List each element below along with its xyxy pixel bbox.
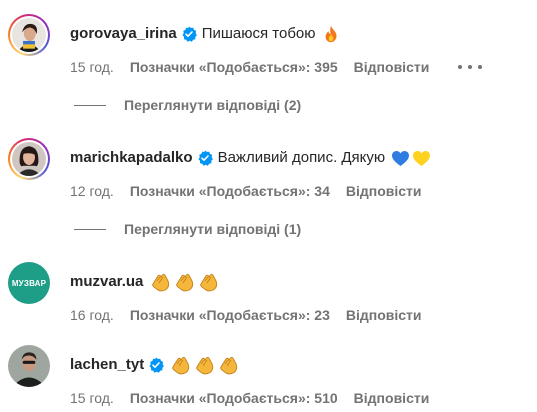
comment-meta: 15 год. Позначки «Подобається»: 510 Відп… [70,389,429,407]
clapping-hands-emoji [169,355,191,375]
comment-text-line: marichkapadalko Важливий допис. Дякую [70,148,431,168]
divider [74,104,106,106]
comment-text: Важливий допис. Дякую [217,149,386,166]
reply-button[interactable]: Відповісти [346,182,422,200]
clapping-hands-emoji [173,272,195,292]
avatar-photo [12,142,46,176]
avatar[interactable] [8,345,50,387]
comment-text: Пишаюся тобою [201,25,316,42]
comment: lachen_tyt 15 год. Позначки «Подобається… [0,345,537,407]
fire-emoji [322,25,340,43]
comment-meta: 12 год. Позначки «Подобається»: 34 Відпо… [70,182,422,200]
avatar-photo [12,18,46,52]
avatar[interactable] [8,138,50,180]
username[interactable]: gorovaya_irina [70,24,177,44]
avatar[interactable] [8,14,50,56]
comment-text-line: muzvar.ua [70,272,219,292]
username[interactable]: lachen_tyt [70,355,144,375]
yellow-heart-emoji [412,150,431,167]
username[interactable]: marichkapadalko [70,148,193,168]
clapping-hands-emoji [217,355,239,375]
timestamp[interactable]: 15 год. [70,58,114,76]
comment-meta: 16 год. Позначки «Подобається»: 23 Відпо… [70,306,422,324]
comment: МУЗВАР muzvar.ua 16 год. Позначки «Подоб… [0,262,537,324]
timestamp[interactable]: 15 год. [70,389,114,407]
comment-text-line: gorovaya_irina Пишаюся тобою [70,24,340,44]
likes-count[interactable]: Позначки «Подобається»: 395 [130,58,338,76]
username[interactable]: muzvar.ua [70,272,143,292]
likes-count[interactable]: Позначки «Подобається»: 510 [130,389,338,407]
verified-badge-icon [181,26,197,42]
view-replies-label: Переглянути відповіді (2) [124,97,302,113]
timestamp[interactable]: 12 год. [70,182,114,200]
view-replies-label: Переглянути відповіді (1) [124,221,302,237]
avatar-logo-text: МУЗВАР [11,278,47,288]
reply-button[interactable]: Відповісти [354,389,430,407]
divider [74,228,106,230]
avatar-photo [8,345,50,387]
comment: marichkapadalko Важливий допис. Дякую 12… [0,138,537,200]
reply-button[interactable]: Відповісти [354,58,430,76]
clapping-hands-emoji [193,355,215,375]
avatar[interactable]: МУЗВАР [8,262,50,304]
blue-heart-emoji [391,150,410,167]
reply-button[interactable]: Відповісти [346,306,422,324]
comment-text-line: lachen_tyt [70,355,239,375]
comment-meta: 15 год. Позначки «Подобається»: 395 Відп… [70,58,429,76]
clapping-hands-emoji [149,272,171,292]
timestamp[interactable]: 16 год. [70,306,114,324]
view-replies-button[interactable]: Переглянути відповіді (1) [74,221,301,237]
view-replies-button[interactable]: Переглянути відповіді (2) [74,97,301,113]
verified-badge-icon [148,357,165,373]
likes-count[interactable]: Позначки «Подобається»: 23 [130,306,330,324]
clapping-hands-emoji [197,272,219,292]
more-options-icon[interactable] [458,57,482,77]
comment: gorovaya_irina Пишаюся тобою 15 год. Поз… [0,14,537,77]
likes-count[interactable]: Позначки «Подобається»: 34 [130,182,330,200]
verified-badge-icon [197,150,213,166]
